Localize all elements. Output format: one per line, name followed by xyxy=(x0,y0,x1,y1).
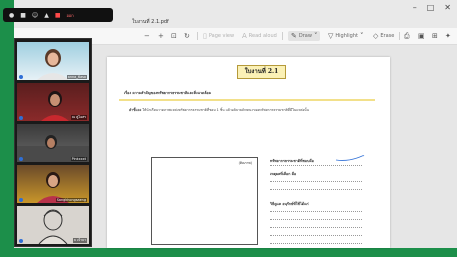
save-as-button[interactable]: ⊞ xyxy=(432,31,438,41)
fit-page-button[interactable]: ⊡ xyxy=(171,31,177,41)
highlight-button[interactable]: ▽ Highlight ˅ xyxy=(328,31,363,41)
participant-tile[interactable]: Sangkhongsaeng xyxy=(17,165,89,203)
instruction-text: คำชี้แจง ให้นักเรียนวาดภาพแหล่งทรัพยากรธ… xyxy=(129,107,349,113)
save-icon: ▣ xyxy=(418,32,425,40)
zoom-in-button[interactable]: + xyxy=(158,31,164,41)
participants-icon[interactable]: ☺ xyxy=(32,12,38,19)
maximize-icon[interactable]: □ xyxy=(427,3,435,13)
mic-on-icon xyxy=(19,116,23,120)
divider-rule xyxy=(119,99,375,101)
mic-on-icon xyxy=(19,239,23,243)
participant-tile[interactable]: anna_6aso xyxy=(17,42,89,80)
answer-line[interactable] xyxy=(270,211,362,212)
minimize-icon[interactable]: – xyxy=(413,3,417,13)
draw-button[interactable]: ✎ Draw ˅ xyxy=(288,31,321,41)
pin-button[interactable]: ✦ xyxy=(445,31,451,41)
window-controls: – □ ✕ xyxy=(413,3,451,13)
erase-button[interactable]: ◇ Erase xyxy=(373,31,394,41)
answer-line[interactable] xyxy=(270,227,362,228)
answer-line[interactable] xyxy=(270,235,362,236)
mic-on-icon xyxy=(19,75,23,79)
participant-name: ธ เจ้าธา xyxy=(72,238,87,243)
toolbar-divider xyxy=(197,32,198,40)
zoom-out-button[interactable]: − xyxy=(144,31,150,41)
question-1: ทรัพยากรธรรมชาติที่ชอบคือ xyxy=(270,159,314,163)
worksheet-title: ใบงานที่ 2.1 xyxy=(237,65,286,79)
ink-stroke xyxy=(335,155,365,161)
highlighter-icon: ▽ xyxy=(328,32,334,40)
answer-line[interactable] xyxy=(270,165,362,166)
question-2: เหตุผลที่เลือก คือ xyxy=(270,172,297,176)
answer-line[interactable] xyxy=(270,243,362,244)
end-call-icon[interactable]: ■ xyxy=(55,12,61,19)
share-icon[interactable]: ▲ xyxy=(44,12,49,19)
print-icon: ⎙ xyxy=(404,31,410,40)
answer-line[interactable] xyxy=(270,189,362,190)
drawing-box-label: (ติดภาพ) xyxy=(238,161,252,165)
camera-icon[interactable]: ■ xyxy=(20,12,26,19)
pin-icon: ✦ xyxy=(445,32,451,40)
participant-tile[interactable]: ธ เจ้าธา xyxy=(17,206,89,244)
answer-line[interactable] xyxy=(270,219,362,220)
meeting-controls: ● ■ ☺ ▲ ■ ออก xyxy=(3,8,113,22)
drawing-box[interactable]: (ติดภาพ) xyxy=(151,157,258,245)
toolbar-divider xyxy=(282,32,283,40)
close-icon[interactable]: ✕ xyxy=(444,3,451,13)
question-3: วิธีดูแล อนุรักษ์ที่ใช้ได้แก่ xyxy=(270,202,309,206)
document-tab-title[interactable]: ใบงานที่ 2.1.pdf xyxy=(132,18,169,26)
save-as-icon: ⊞ xyxy=(432,32,438,40)
instruction-body: ให้นักเรียนวาดภาพแหล่งทรัพยากรธรรมชาติที… xyxy=(142,108,309,112)
answer-line[interactable] xyxy=(270,181,362,182)
participant-tile[interactable]: ณ คู่ไอสร xyxy=(17,83,89,121)
instruction-label: คำชี้แจง xyxy=(129,108,142,112)
participant-video-panel: anna_6aso ณ คู่ไอสร Pinkxxxt Sangkhongsa… xyxy=(14,38,92,247)
page-view-button[interactable]: ▯ Page view xyxy=(203,31,234,41)
save-button[interactable]: ▣ xyxy=(418,31,425,41)
mic-on-icon xyxy=(19,198,23,202)
end-call-label[interactable]: ออก xyxy=(66,12,73,19)
participant-name: Pinkxxxt xyxy=(70,157,87,161)
pdf-page[interactable]: ใบงานที่ 2.1 เรื่อง ความสำคัญของทรัพยากร… xyxy=(107,57,390,248)
read-aloud-icon: A xyxy=(242,32,247,40)
page-view-icon: ▯ xyxy=(203,32,207,40)
eraser-icon: ◇ xyxy=(373,32,379,40)
participant-name: ณ คู่ไอสร xyxy=(70,115,87,120)
rotate-button[interactable]: ↻ xyxy=(184,31,190,41)
pen-icon: ✎ xyxy=(291,32,297,40)
chevron-down-icon: ˅ xyxy=(359,32,364,40)
toolbar-divider xyxy=(399,32,400,40)
read-aloud-button[interactable]: A Read aloud xyxy=(242,31,277,41)
rotate-icon: ↻ xyxy=(184,32,190,40)
worksheet-topic: เรื่อง ความสำคัญของทรัพยากรธรรมชาติและสิ… xyxy=(124,91,212,95)
fit-page-icon: ⊡ xyxy=(171,32,177,40)
mic-on-icon xyxy=(19,157,23,161)
participant-name: anna_6aso xyxy=(66,75,87,79)
mic-icon[interactable]: ● xyxy=(9,12,14,19)
participant-tile[interactable]: Pinkxxxt xyxy=(17,124,89,162)
participant-name: Sangkhongsaeng xyxy=(55,198,87,202)
chevron-down-icon: ˅ xyxy=(313,32,318,40)
print-button[interactable]: ⎙ xyxy=(404,31,410,41)
